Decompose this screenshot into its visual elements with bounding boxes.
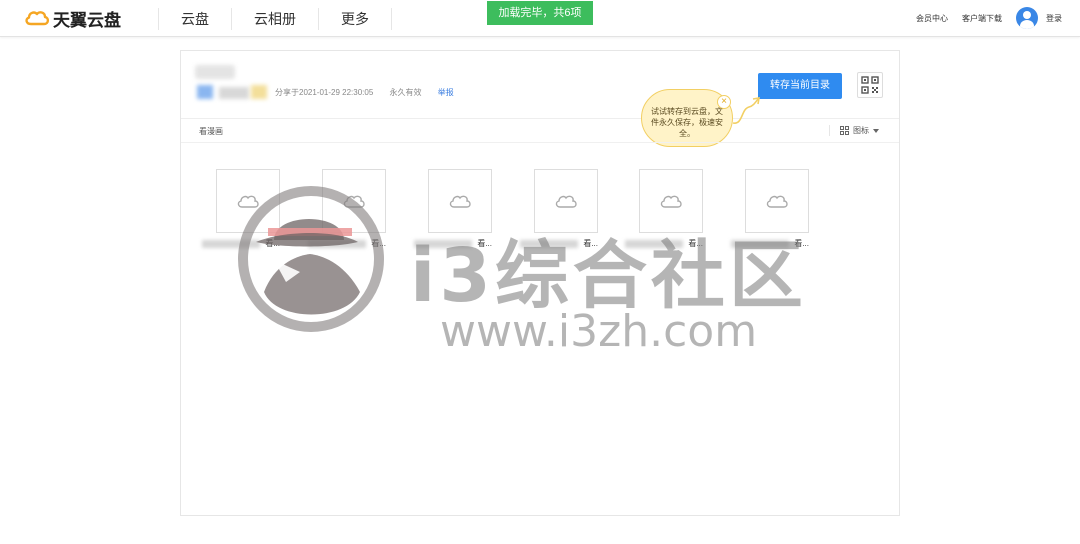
cloud-file-icon xyxy=(343,195,365,208)
share-card: 分享于2021-01-29 22:30:05 永久有效 举报 转存当前目录 试试… xyxy=(180,50,900,516)
avatar-icon[interactable] xyxy=(1016,7,1038,29)
report-link[interactable]: 举报 xyxy=(438,88,454,97)
file-thumbnail[interactable] xyxy=(745,169,809,233)
file-name: 看... xyxy=(414,238,492,250)
member-center-link[interactable]: 会员中心 xyxy=(916,13,948,24)
nav-item-cloud[interactable]: 云盘 xyxy=(158,8,231,30)
file-thumbnail[interactable] xyxy=(216,169,280,233)
grid-view-icon xyxy=(840,126,849,135)
logo-text: 天翼云盘 xyxy=(53,10,121,30)
file-name: 看... xyxy=(731,238,809,250)
share-date: 分享于2021-01-29 22:30:05 xyxy=(275,88,374,97)
share-header: 分享于2021-01-29 22:30:05 永久有效 举报 转存当前目录 试试… xyxy=(181,51,899,147)
file-thumbnail[interactable] xyxy=(639,169,703,233)
cloud-file-icon xyxy=(766,195,788,208)
file-item[interactable]: 看... xyxy=(731,169,809,250)
load-complete-toast: 加载完毕，共6项 xyxy=(487,1,593,25)
blurred-user-name xyxy=(219,87,249,99)
file-item[interactable]: 看... xyxy=(414,169,492,250)
breadcrumb[interactable]: 看漫画 xyxy=(199,126,223,137)
login-link[interactable]: 登录 xyxy=(1046,13,1062,24)
header-right: 会员中心 客户端下载 登录 xyxy=(902,7,1062,29)
main-nav: 云盘 云相册 更多 xyxy=(158,8,392,30)
file-name: 看... xyxy=(308,238,386,250)
breadcrumb-bar: 看漫画 图标 xyxy=(181,119,899,143)
cloud-file-icon xyxy=(660,195,682,208)
file-grid: 看... 看... 看... 看... 看... 看... xyxy=(199,169,899,259)
blurred-vip-icon xyxy=(251,85,267,99)
cloud-file-icon xyxy=(237,195,259,208)
top-header: 天翼云盘 云盘 云相册 更多 加载完毕，共6项 会员中心 客户端下载 登录 xyxy=(0,0,1080,37)
file-name: 看... xyxy=(202,238,280,250)
share-meta: 分享于2021-01-29 22:30:05 永久有效 举报 xyxy=(275,87,468,98)
save-to-cloud-button[interactable]: 转存当前目录 xyxy=(758,73,842,99)
view-mode-label: 图标 xyxy=(853,126,869,135)
file-item[interactable]: 看... xyxy=(202,169,280,250)
cloud-file-icon xyxy=(555,195,577,208)
blurred-share-title xyxy=(195,65,235,79)
file-name: 看... xyxy=(625,238,703,250)
file-thumbnail[interactable] xyxy=(322,169,386,233)
qr-code-button[interactable] xyxy=(857,72,883,98)
file-item[interactable]: 看... xyxy=(520,169,598,250)
qr-code-icon xyxy=(861,76,879,94)
client-download-link[interactable]: 客户端下载 xyxy=(962,13,1002,24)
cloud-logo-icon xyxy=(25,11,50,26)
file-name: 看... xyxy=(520,238,598,250)
nav-item-more[interactable]: 更多 xyxy=(318,8,392,30)
file-thumbnail[interactable] xyxy=(534,169,598,233)
share-validity: 永久有效 xyxy=(389,88,422,97)
file-thumbnail[interactable] xyxy=(428,169,492,233)
blurred-user-icon xyxy=(197,85,213,99)
cloud-file-icon xyxy=(449,195,471,208)
file-item[interactable]: 看... xyxy=(625,169,703,250)
chevron-down-icon xyxy=(873,128,879,133)
logo[interactable]: 天翼云盘 xyxy=(24,8,121,30)
view-mode-toggle[interactable]: 图标 xyxy=(829,125,879,136)
file-item[interactable]: 看... xyxy=(308,169,386,250)
nav-item-album[interactable]: 云相册 xyxy=(231,8,318,30)
